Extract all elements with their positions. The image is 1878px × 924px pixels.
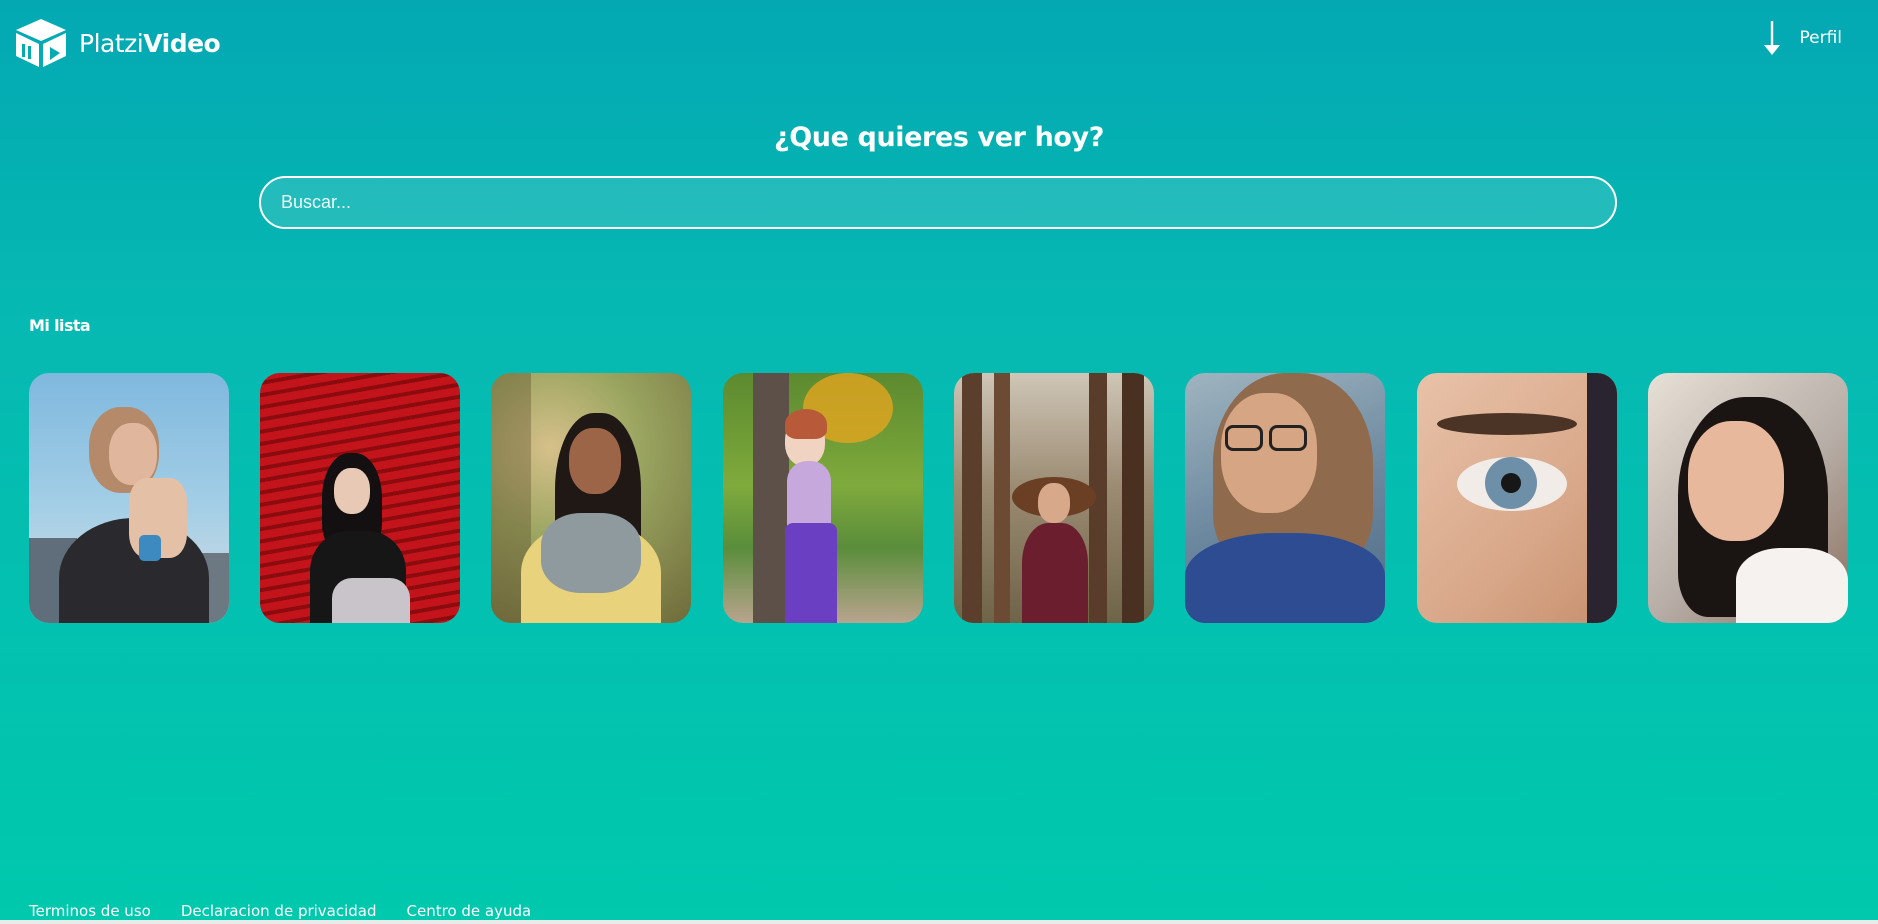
footer-link-help[interactable]: Centro de ayuda — [407, 902, 532, 920]
thumbnail-woman-park-yellow[interactable] — [491, 373, 691, 623]
section-title-mi-lista: Mi lista — [29, 316, 91, 335]
platzivideo-logo[interactable]: PlatziVideo — [13, 17, 221, 69]
carousel — [29, 373, 1849, 623]
footer-link-privacy[interactable]: Declaracion de privacidad — [181, 902, 377, 920]
profile-label: Perfil — [1799, 28, 1842, 48]
thumbnail-woman-tree-purple[interactable] — [723, 373, 923, 623]
brand-name-light: Platzi — [79, 28, 144, 58]
thumbnail-woman-red-shutter[interactable] — [260, 373, 460, 623]
thumbnail-woman-city-sky[interactable] — [29, 373, 229, 623]
thumbnail-woman-freckles[interactable] — [1648, 373, 1848, 623]
brand-name: PlatziVideo — [79, 28, 221, 58]
brand-name-bold: Video — [143, 28, 221, 58]
top-header: PlatziVideo Perfil — [0, 0, 1878, 84]
thumbnail-eye-closeup[interactable] — [1417, 373, 1617, 623]
search-box — [259, 176, 1617, 229]
thumbnail-woman-forest[interactable] — [954, 373, 1154, 623]
footer-links: Terminos de uso Declaracion de privacida… — [29, 902, 531, 920]
page-title: ¿Que quieres ver hoy? — [773, 122, 1105, 153]
thumbnail-woman-glasses[interactable] — [1185, 373, 1385, 623]
search-input[interactable] — [261, 178, 1615, 227]
footer-link-terms[interactable]: Terminos de uso — [29, 902, 151, 920]
page-bottom-border — [0, 920, 1878, 924]
arrow-down-icon — [1764, 21, 1781, 55]
cube-play-icon — [16, 19, 66, 67]
profile-menu[interactable]: Perfil — [1763, 20, 1842, 56]
